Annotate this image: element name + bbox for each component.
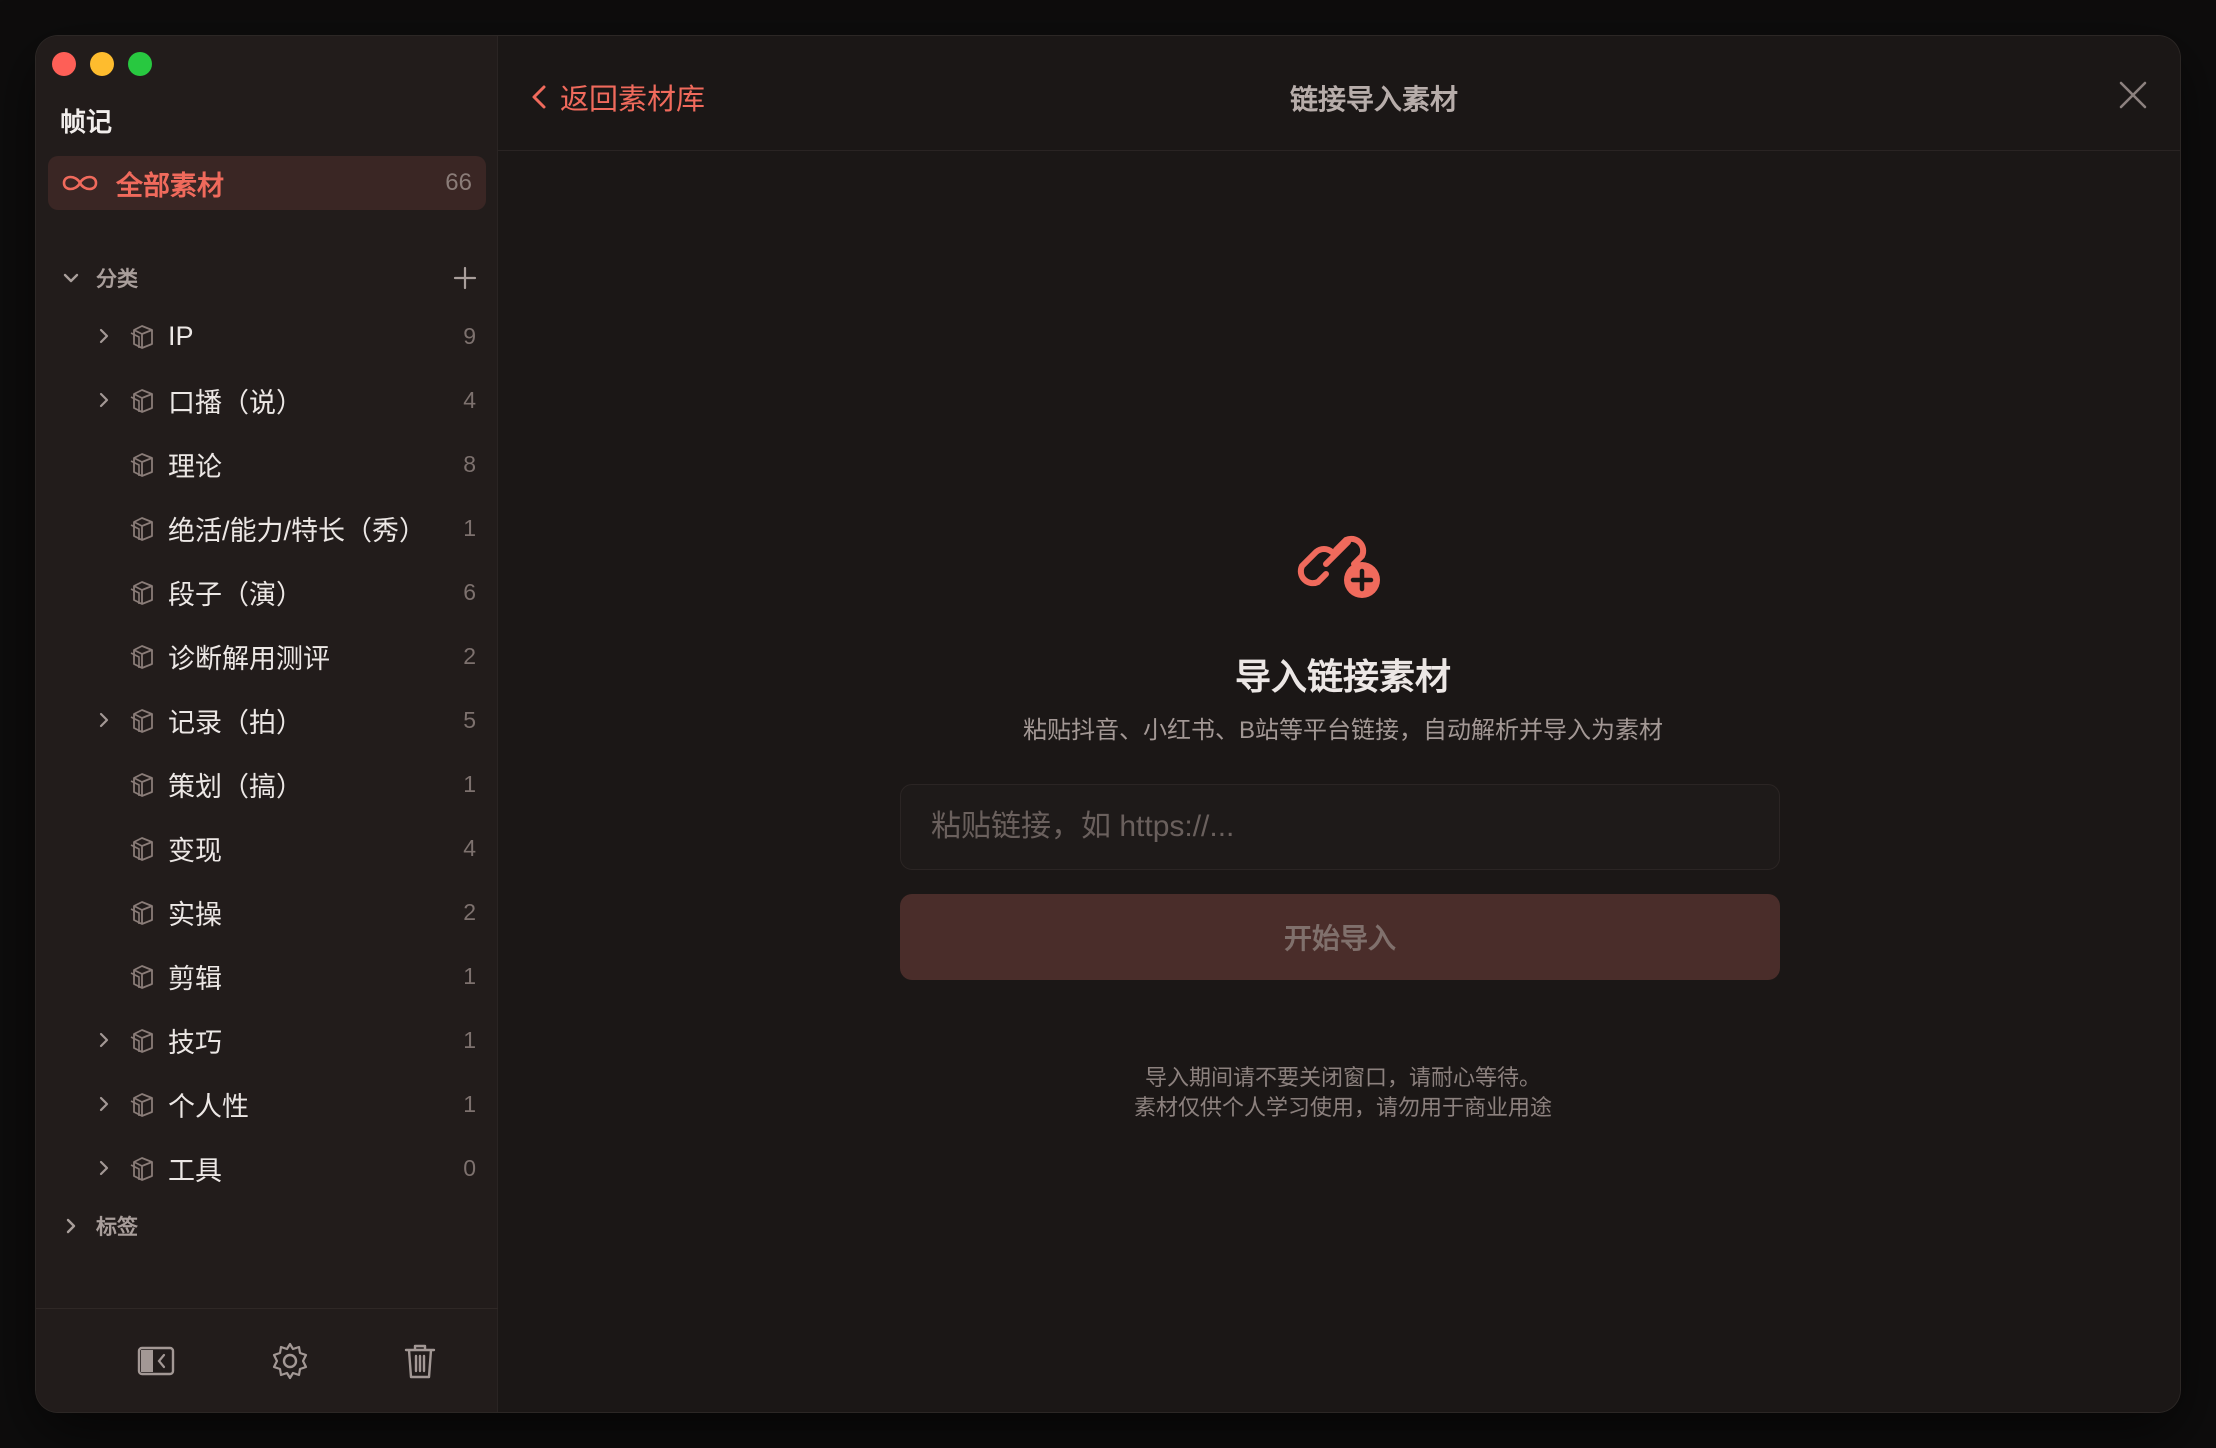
category-cube-icon — [130, 901, 153, 925]
category-label: 工具 — [168, 1155, 222, 1186]
infinity-icon — [62, 175, 98, 191]
category-count: 8 — [463, 450, 476, 477]
category-cube-icon — [130, 837, 153, 861]
category-cube-icon — [130, 325, 153, 349]
category-cube-icon — [130, 389, 153, 413]
sidebar-category-item[interactable]: 段子（演） 6 — [36, 567, 498, 617]
category-label: 口播（说） — [168, 387, 303, 418]
category-count: 1 — [463, 1026, 476, 1053]
sidebar-category-item[interactable]: 记录（拍） 5 — [36, 695, 498, 745]
category-label: 理论 — [168, 451, 222, 482]
category-cube-icon — [130, 1093, 153, 1117]
category-label: 剪辑 — [168, 963, 222, 994]
import-panel: 导入链接素材 粘贴抖音、小红书、B站等平台链接，自动解析并导入为素材 开始导入 … — [498, 36, 2180, 1412]
link-url-input[interactable] — [900, 784, 1780, 870]
plus-icon[interactable] — [452, 265, 478, 291]
category-count: 4 — [463, 834, 476, 861]
trash-icon[interactable] — [400, 1341, 440, 1381]
window-close-button[interactable] — [52, 52, 76, 76]
category-label: 个人性 — [168, 1091, 249, 1122]
category-label: 策划（搞） — [168, 771, 303, 802]
start-import-button[interactable]: 开始导入 — [900, 894, 1780, 980]
sidebar-footer — [36, 1308, 498, 1412]
sidebar-category-item[interactable]: 口播（说） 4 — [36, 375, 498, 425]
window-controls — [52, 52, 152, 76]
section-label: 标签 — [96, 1216, 138, 1239]
window-zoom-button[interactable] — [128, 52, 152, 76]
import-note-line-2: 素材仅供个人学习使用，请勿用于商业用途 — [1133, 1095, 1552, 1120]
category-count: 1 — [463, 770, 476, 797]
import-note-line-1: 导入期间请不要关闭窗口，请耐心等待。 — [1144, 1065, 1541, 1090]
category-label: 记录（拍） — [168, 707, 303, 738]
sidebar-category-item[interactable]: 绝活/能力/特长（秀） 1 — [36, 503, 498, 553]
sidebar: 帧记 全部素材 66 分类 IP 9 口播（说） 4 理论 8 绝活/能力/特长（秀） 1 段子… — [36, 36, 498, 1412]
sidebar-item-all-materials[interactable]: 全部素材 66 — [48, 156, 486, 210]
category-label: IP — [168, 320, 194, 351]
window-minimize-button[interactable] — [90, 52, 114, 76]
sidebar-category-item[interactable]: 策划（搞） 1 — [36, 759, 498, 809]
categories-section-header[interactable]: 分类 — [60, 258, 486, 298]
category-cube-icon — [130, 709, 153, 733]
category-count: 2 — [463, 898, 476, 925]
category-cube-icon — [130, 1157, 153, 1181]
sidebar-category-item[interactable]: 个人性 1 — [36, 1079, 498, 1129]
category-cube-icon — [130, 1029, 153, 1053]
chevron-right-icon[interactable] — [94, 326, 114, 346]
sidebar-category-item[interactable]: 实操 2 — [36, 887, 498, 937]
sidebar-category-item[interactable]: 技巧 1 — [36, 1015, 498, 1065]
sidebar-category-item[interactable]: 理论 8 — [36, 439, 498, 489]
category-count: 1 — [463, 1090, 476, 1117]
category-count: 4 — [463, 386, 476, 413]
category-label: 绝活/能力/特长（秀） — [168, 515, 427, 546]
chevron-right-icon[interactable] — [94, 1030, 114, 1050]
category-count: 2 — [463, 642, 476, 669]
link-add-icon — [1297, 535, 1380, 598]
category-count: 1 — [463, 514, 476, 541]
category-label: 技巧 — [168, 1027, 222, 1058]
category-cube-icon — [130, 581, 153, 605]
import-heading: 导入链接素材 — [1234, 656, 1451, 697]
main-panel: 返回素材库 链接导入素材 导入链接素材 粘贴抖音、小红书、B站等平台链接，自动解… — [498, 36, 2180, 1412]
category-cube-icon — [130, 773, 153, 797]
sidebar-item-label: 全部素材 — [116, 170, 224, 201]
sidebar-category-item[interactable]: IP 9 — [36, 311, 498, 361]
app-window: 帧记 全部素材 66 分类 IP 9 口播（说） 4 理论 8 绝活/能力/特长（秀） 1 段子… — [36, 36, 2180, 1412]
category-label: 变现 — [168, 835, 222, 866]
category-cube-icon — [130, 517, 153, 541]
category-label: 诊断解用测评 — [168, 643, 330, 674]
tags-section-header[interactable]: 标签 — [60, 1206, 486, 1246]
chevron-right-icon[interactable] — [94, 1158, 114, 1178]
category-count: 6 — [463, 578, 476, 605]
category-count: 9 — [463, 322, 476, 349]
chevron-right-icon[interactable] — [94, 390, 114, 410]
sidebar-category-item[interactable]: 剪辑 1 — [36, 951, 498, 1001]
category-cube-icon — [130, 453, 153, 477]
app-title: 帧记 — [60, 107, 113, 137]
category-count: 5 — [463, 706, 476, 733]
sidebar-category-item[interactable]: 诊断解用测评 2 — [36, 631, 498, 681]
sidebar-category-item[interactable]: 变现 4 — [36, 823, 498, 873]
sidebar-toggle-icon[interactable] — [136, 1341, 176, 1381]
category-cube-icon — [130, 965, 153, 989]
category-count: 1 — [463, 962, 476, 989]
category-cube-icon — [130, 645, 153, 669]
chevron-right-icon[interactable] — [94, 1094, 114, 1114]
category-count: 0 — [463, 1154, 476, 1181]
chevron-down-icon — [63, 273, 79, 283]
chevron-right-icon[interactable] — [94, 710, 114, 730]
gear-icon[interactable] — [270, 1341, 310, 1381]
sidebar-category-item[interactable]: 工具 0 — [36, 1143, 498, 1193]
import-subtitle: 粘贴抖音、小红书、B站等平台链接，自动解析并导入为素材 — [1022, 717, 1663, 744]
category-label: 实操 — [168, 899, 222, 930]
category-label: 段子（演） — [168, 579, 303, 610]
chevron-right-icon — [66, 1218, 76, 1234]
section-label: 分类 — [96, 268, 138, 291]
sidebar-item-count: 66 — [445, 169, 472, 196]
